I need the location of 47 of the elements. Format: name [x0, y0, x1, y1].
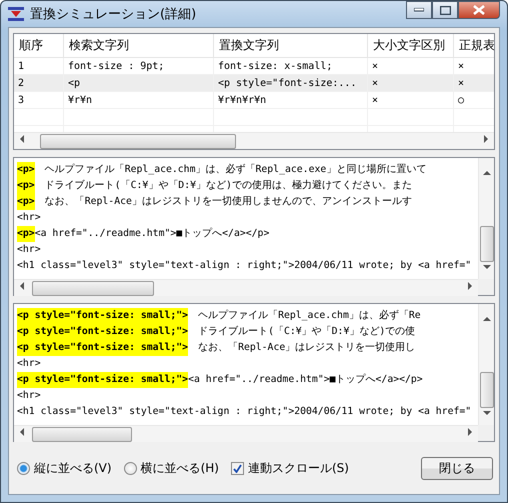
- column-header[interactable]: 順序: [14, 34, 64, 57]
- radio-option[interactable]: 縦に並べる(V): [17, 460, 112, 477]
- close-button[interactable]: [458, 1, 500, 19]
- table-cell: 2: [14, 75, 64, 91]
- table-cell: ×: [454, 75, 494, 91]
- check-icon: [232, 464, 242, 473]
- highlighted-code-text: <p>: [17, 178, 35, 194]
- table-cell: <p: [64, 75, 214, 91]
- highlighted-code-text: <p style="font-size: small;">: [17, 308, 188, 324]
- table-cell: font-size: x-small;: [214, 58, 368, 74]
- vertical-scrollbar[interactable]: [478, 304, 494, 425]
- column-header[interactable]: 置換文字列: [214, 34, 368, 57]
- highlighted-code-text: <p>: [17, 194, 35, 210]
- vertical-scrollbar[interactable]: [478, 158, 494, 279]
- highlighted-code-text: <p style="font-size: small;">: [17, 324, 188, 340]
- table-cell: ×: [368, 92, 454, 108]
- highlighted-code-text: <p style="font-size: small;">: [17, 372, 188, 388]
- maximize-button[interactable]: [432, 1, 458, 19]
- app-icon: [8, 7, 24, 21]
- scrollbar-corner: [478, 425, 494, 441]
- table-cell: 3: [14, 92, 64, 108]
- minimize-icon: [414, 8, 424, 12]
- highlighted-code-text: <p>: [17, 226, 35, 242]
- scrollbar-corner: [478, 279, 494, 295]
- window-title: 置換シミュレーション(詳細): [30, 6, 198, 23]
- column-header[interactable]: 大小文字区別: [368, 34, 454, 57]
- table-cell: 1: [14, 58, 64, 74]
- highlighted-code-text: <p style="font-size: small;">: [17, 340, 188, 356]
- table-cell: ¥r¥n: [64, 92, 214, 108]
- table-cell: ×: [368, 58, 454, 74]
- table-cell: font-size : 9pt;: [64, 58, 214, 74]
- highlighted-code-text: <p>: [17, 162, 35, 178]
- table-cell: ¥r¥n¥r¥n: [214, 92, 368, 108]
- table-cell: ×: [368, 75, 454, 91]
- column-header[interactable]: 検索文字列: [64, 34, 214, 57]
- horizontal-scrollbar[interactable]: [14, 279, 478, 296]
- minimize-button[interactable]: [406, 1, 432, 19]
- horizontal-scrollbar[interactable]: [14, 132, 494, 149]
- radio-option[interactable]: 横に並べる(H): [124, 460, 219, 477]
- table-cell: ×: [454, 58, 494, 74]
- maximize-icon: [440, 6, 450, 14]
- checkbox-option[interactable]: 連動スクロール(S): [230, 460, 349, 477]
- table-cell: ○: [454, 92, 494, 108]
- close-dialog-button[interactable]: 閉じる: [421, 457, 493, 480]
- table-cell: <p style="font-size:...: [214, 75, 368, 91]
- close-icon: [473, 5, 485, 15]
- horizontal-scrollbar[interactable]: [14, 425, 478, 442]
